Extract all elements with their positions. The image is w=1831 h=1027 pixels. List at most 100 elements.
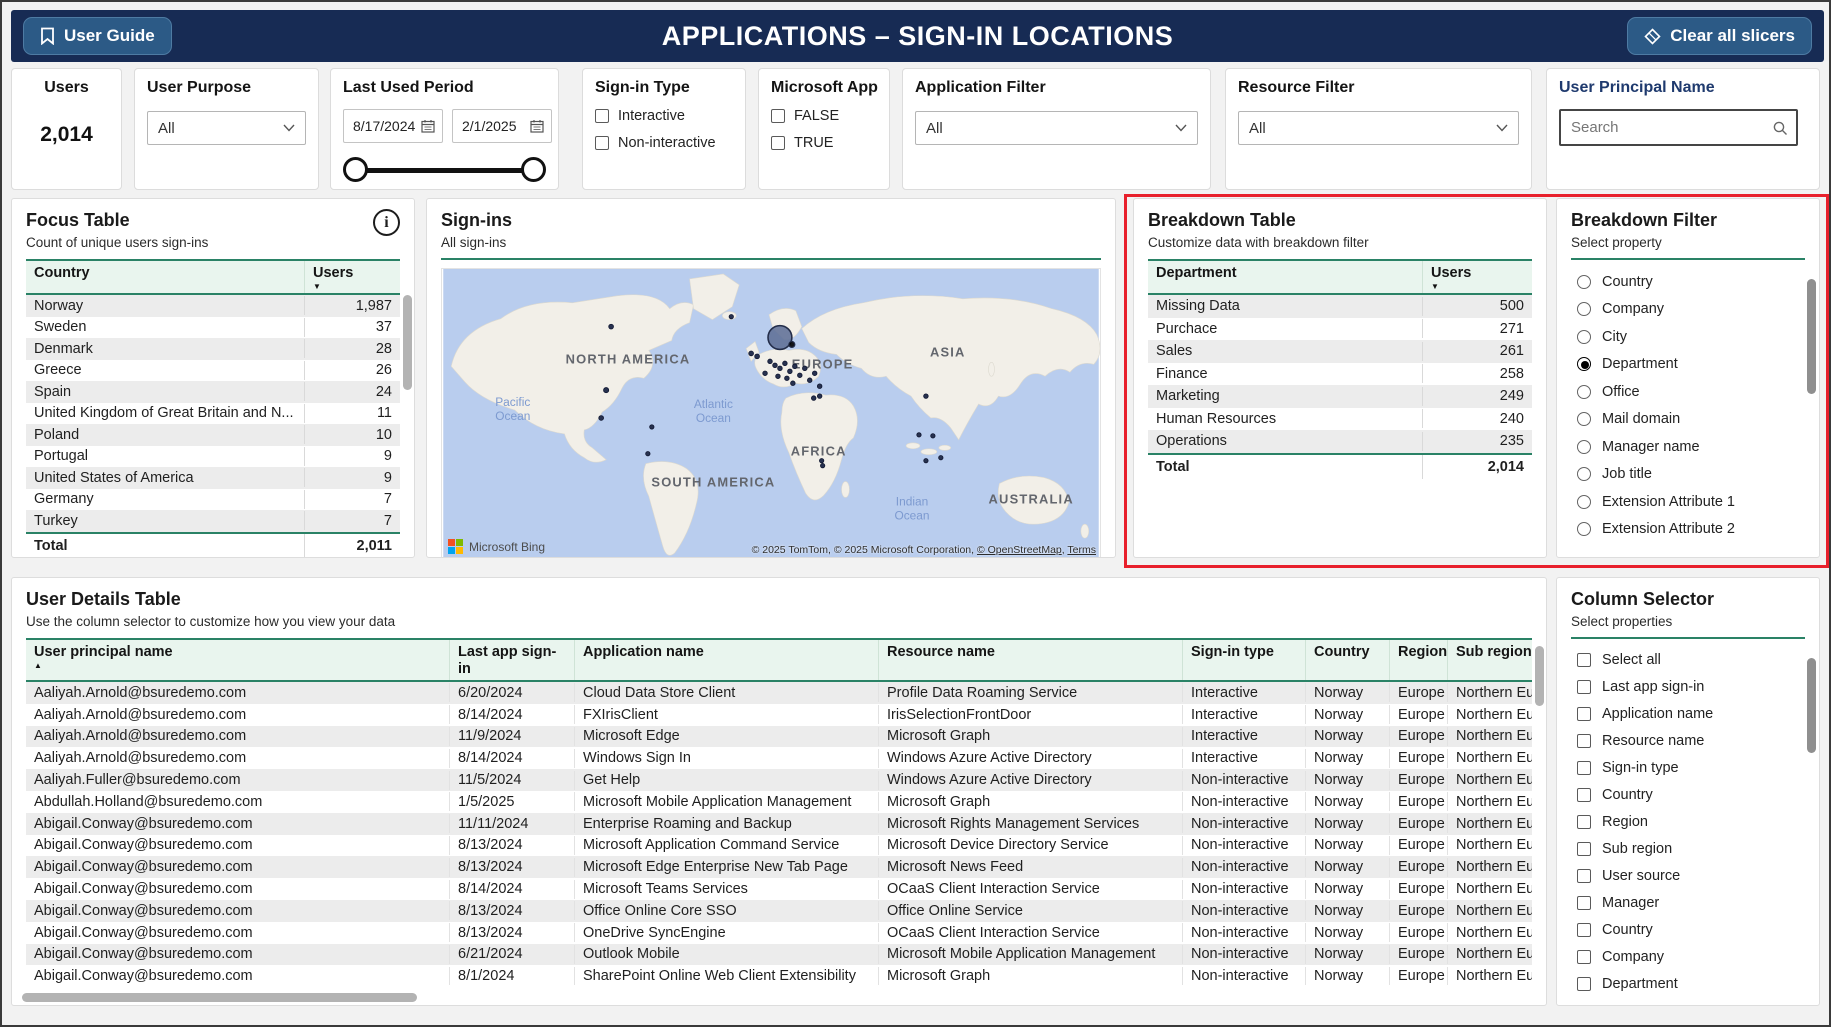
terms-link[interactable]: Terms [1067,544,1096,556]
focus-table-row[interactable]: Greece 26 [26,360,400,382]
column-header-country[interactable]: Country [26,261,304,293]
checkbox-icon [1577,734,1591,748]
breakdown-filter-option[interactable]: City [1571,323,1805,351]
signin-bubble-small[interactable] [789,341,795,347]
column-selector-option[interactable]: Select all [1571,646,1805,673]
column-header-users[interactable]: Users ▼ [304,261,400,293]
user-details-row[interactable]: Abigail.Conway@bsuredemo.com 8/13/2024 M… [26,856,1532,878]
breakdown-filter-option[interactable]: Extension Attribute 2 [1571,516,1805,544]
focus-table-row[interactable]: Portugal 9 [26,446,400,468]
slider-track[interactable] [353,168,536,173]
date-range-slider[interactable] [343,157,546,183]
last-app-sign-in-cell: 8/13/2024 [449,901,574,920]
user-details-row[interactable]: Aaliyah.Arnold@bsuredemo.com 8/14/2024 F… [26,704,1532,726]
column-header-region[interactable]: Region [1389,640,1447,680]
label-europe: EUROPE [792,356,854,371]
user-details-row[interactable]: Abigail.Conway@bsuredemo.com 8/14/2024 M… [26,878,1532,900]
user-details-row[interactable]: Aaliyah.Fuller@bsuredemo.com 11/5/2024 G… [26,769,1532,791]
column-header-users[interactable]: Users ▼ [1422,261,1532,293]
breakdown-filter-option[interactable]: Mail domain [1571,406,1805,434]
microsoft-app-option[interactable]: FALSE [771,108,877,124]
search-input[interactable] [1569,118,1772,137]
focus-table-row[interactable]: Sweden 37 [26,317,400,339]
user-purpose-dropdown[interactable]: All [147,111,306,145]
column-header-country[interactable]: Country [1305,640,1389,680]
norway-signin-bubble[interactable] [768,326,792,350]
column-header-application-name[interactable]: Application name [574,640,878,680]
column-selector-option[interactable]: Last app sign-in [1571,673,1805,700]
column-selector-option[interactable]: Manager [1571,889,1805,916]
breakdown-filter-option[interactable]: Country [1571,268,1805,296]
column-selector-option[interactable]: User source [1571,862,1805,889]
column-selector-option[interactable]: Company [1571,943,1805,970]
user-details-row[interactable]: Abigail.Conway@bsuredemo.com 8/13/2024 M… [26,835,1532,857]
end-date-input[interactable] [460,117,530,135]
column-selector-option[interactable]: Resource name [1571,727,1805,754]
focus-table-row[interactable]: United Kingdom of Great Britain and N...… [26,403,400,425]
focus-table-row[interactable]: Norway 1,987 [26,295,400,317]
application-filter-dropdown[interactable]: All [915,111,1198,145]
column-header-last-app-sign-in[interactable]: Last app sign-in [449,640,574,680]
breakdown-table-row[interactable]: Finance 258 [1148,363,1532,386]
world-map[interactable]: NORTH AMERICA SOUTH AMERICA EUROPE AFRIC… [441,268,1101,558]
user-details-row[interactable]: Aaliyah.Arnold@bsuredemo.com 11/9/2024 M… [26,726,1532,748]
user-details-vertical-scrollbar[interactable] [1535,646,1544,706]
start-date-field[interactable] [343,109,443,143]
microsoft-app-option[interactable]: TRUE [771,135,877,151]
breakdown-table-row[interactable]: Marketing 249 [1148,385,1532,408]
breakdown-table-row[interactable]: Operations 235 [1148,430,1532,453]
openstreetmap-link[interactable]: © OpenStreetMap [977,544,1062,556]
user-details-row[interactable]: Abigail.Conway@bsuredemo.com 11/11/2024 … [26,813,1532,835]
checkbox-icon [1577,950,1591,964]
sign-in-type-option[interactable]: Interactive [595,108,733,124]
column-selector-option[interactable]: Sign-in type [1571,754,1805,781]
breakdown-table-row[interactable]: Purchace 271 [1148,318,1532,341]
focus-table-row[interactable]: United States of America 9 [26,467,400,489]
breakdown-filter-option[interactable]: Job title [1571,461,1805,489]
info-icon[interactable]: i [373,209,400,236]
breakdown-filter-scrollbar[interactable] [1807,279,1816,394]
breakdown-table-row[interactable]: Missing Data 500 [1148,295,1532,318]
users-cell: 271 [1422,319,1532,338]
breakdown-table-row[interactable]: Sales 261 [1148,340,1532,363]
search-field[interactable] [1559,109,1798,146]
column-selector-option[interactable]: Application name [1571,700,1805,727]
user-details-row[interactable]: Abigail.Conway@bsuredemo.com 8/13/2024 O… [26,900,1532,922]
column-header-resource-name[interactable]: Resource name [878,640,1182,680]
column-selector-option[interactable]: Department [1571,970,1805,997]
user-details-row[interactable]: Abdullah.Holland@bsuredemo.com 1/5/2025 … [26,791,1532,813]
start-date-input[interactable] [351,117,421,135]
focus-table-row[interactable]: Poland 10 [26,424,400,446]
column-selector-option[interactable]: Country [1571,781,1805,808]
column-selector-option[interactable]: Sub region [1571,835,1805,862]
breakdown-table-row[interactable]: Human Resources 240 [1148,408,1532,431]
breakdown-filter-option[interactable]: Department [1571,351,1805,379]
breakdown-filter-option[interactable]: Office [1571,378,1805,406]
user-details-row[interactable]: Aaliyah.Arnold@bsuredemo.com 8/14/2024 W… [26,747,1532,769]
user-details-row[interactable]: Aaliyah.Arnold@bsuredemo.com 6/20/2024 C… [26,682,1532,704]
column-selector-scrollbar[interactable] [1807,658,1816,753]
breakdown-filter-option[interactable]: Company [1571,296,1805,324]
user-details-horizontal-scrollbar[interactable] [22,993,417,1002]
user-details-row[interactable]: Abigail.Conway@bsuredemo.com 8/1/2024 Sh… [26,965,1532,985]
column-header-user-principal-name[interactable]: User principal name ▲ [26,640,449,680]
focus-table-row[interactable]: Spain 24 [26,381,400,403]
column-header-sign-in-type[interactable]: Sign-in type [1182,640,1305,680]
focus-table-row[interactable]: Turkey 7 [26,510,400,532]
column-header-sub-region[interactable]: Sub region [1447,640,1532,680]
sign-in-type-option[interactable]: Non-interactive [595,135,733,151]
breakdown-filter-option[interactable]: Manager name [1571,433,1805,461]
resource-filter-dropdown[interactable]: All [1238,111,1519,145]
end-date-field[interactable] [452,109,552,143]
focus-table-row[interactable]: Denmark 28 [26,338,400,360]
slider-handle-end[interactable] [521,157,546,182]
column-header-department[interactable]: Department [1148,261,1422,293]
user-details-row[interactable]: Abigail.Conway@bsuredemo.com 6/21/2024 O… [26,944,1532,966]
focus-table-row[interactable]: Germany 7 [26,489,400,511]
slider-handle-start[interactable] [343,157,368,182]
breakdown-filter-option[interactable]: Extension Attribute 1 [1571,488,1805,516]
column-selector-option[interactable]: Region [1571,808,1805,835]
focus-table-scrollbar[interactable] [403,295,412,390]
column-selector-option[interactable]: Country [1571,916,1805,943]
user-details-row[interactable]: Abigail.Conway@bsuredemo.com 8/13/2024 O… [26,922,1532,944]
